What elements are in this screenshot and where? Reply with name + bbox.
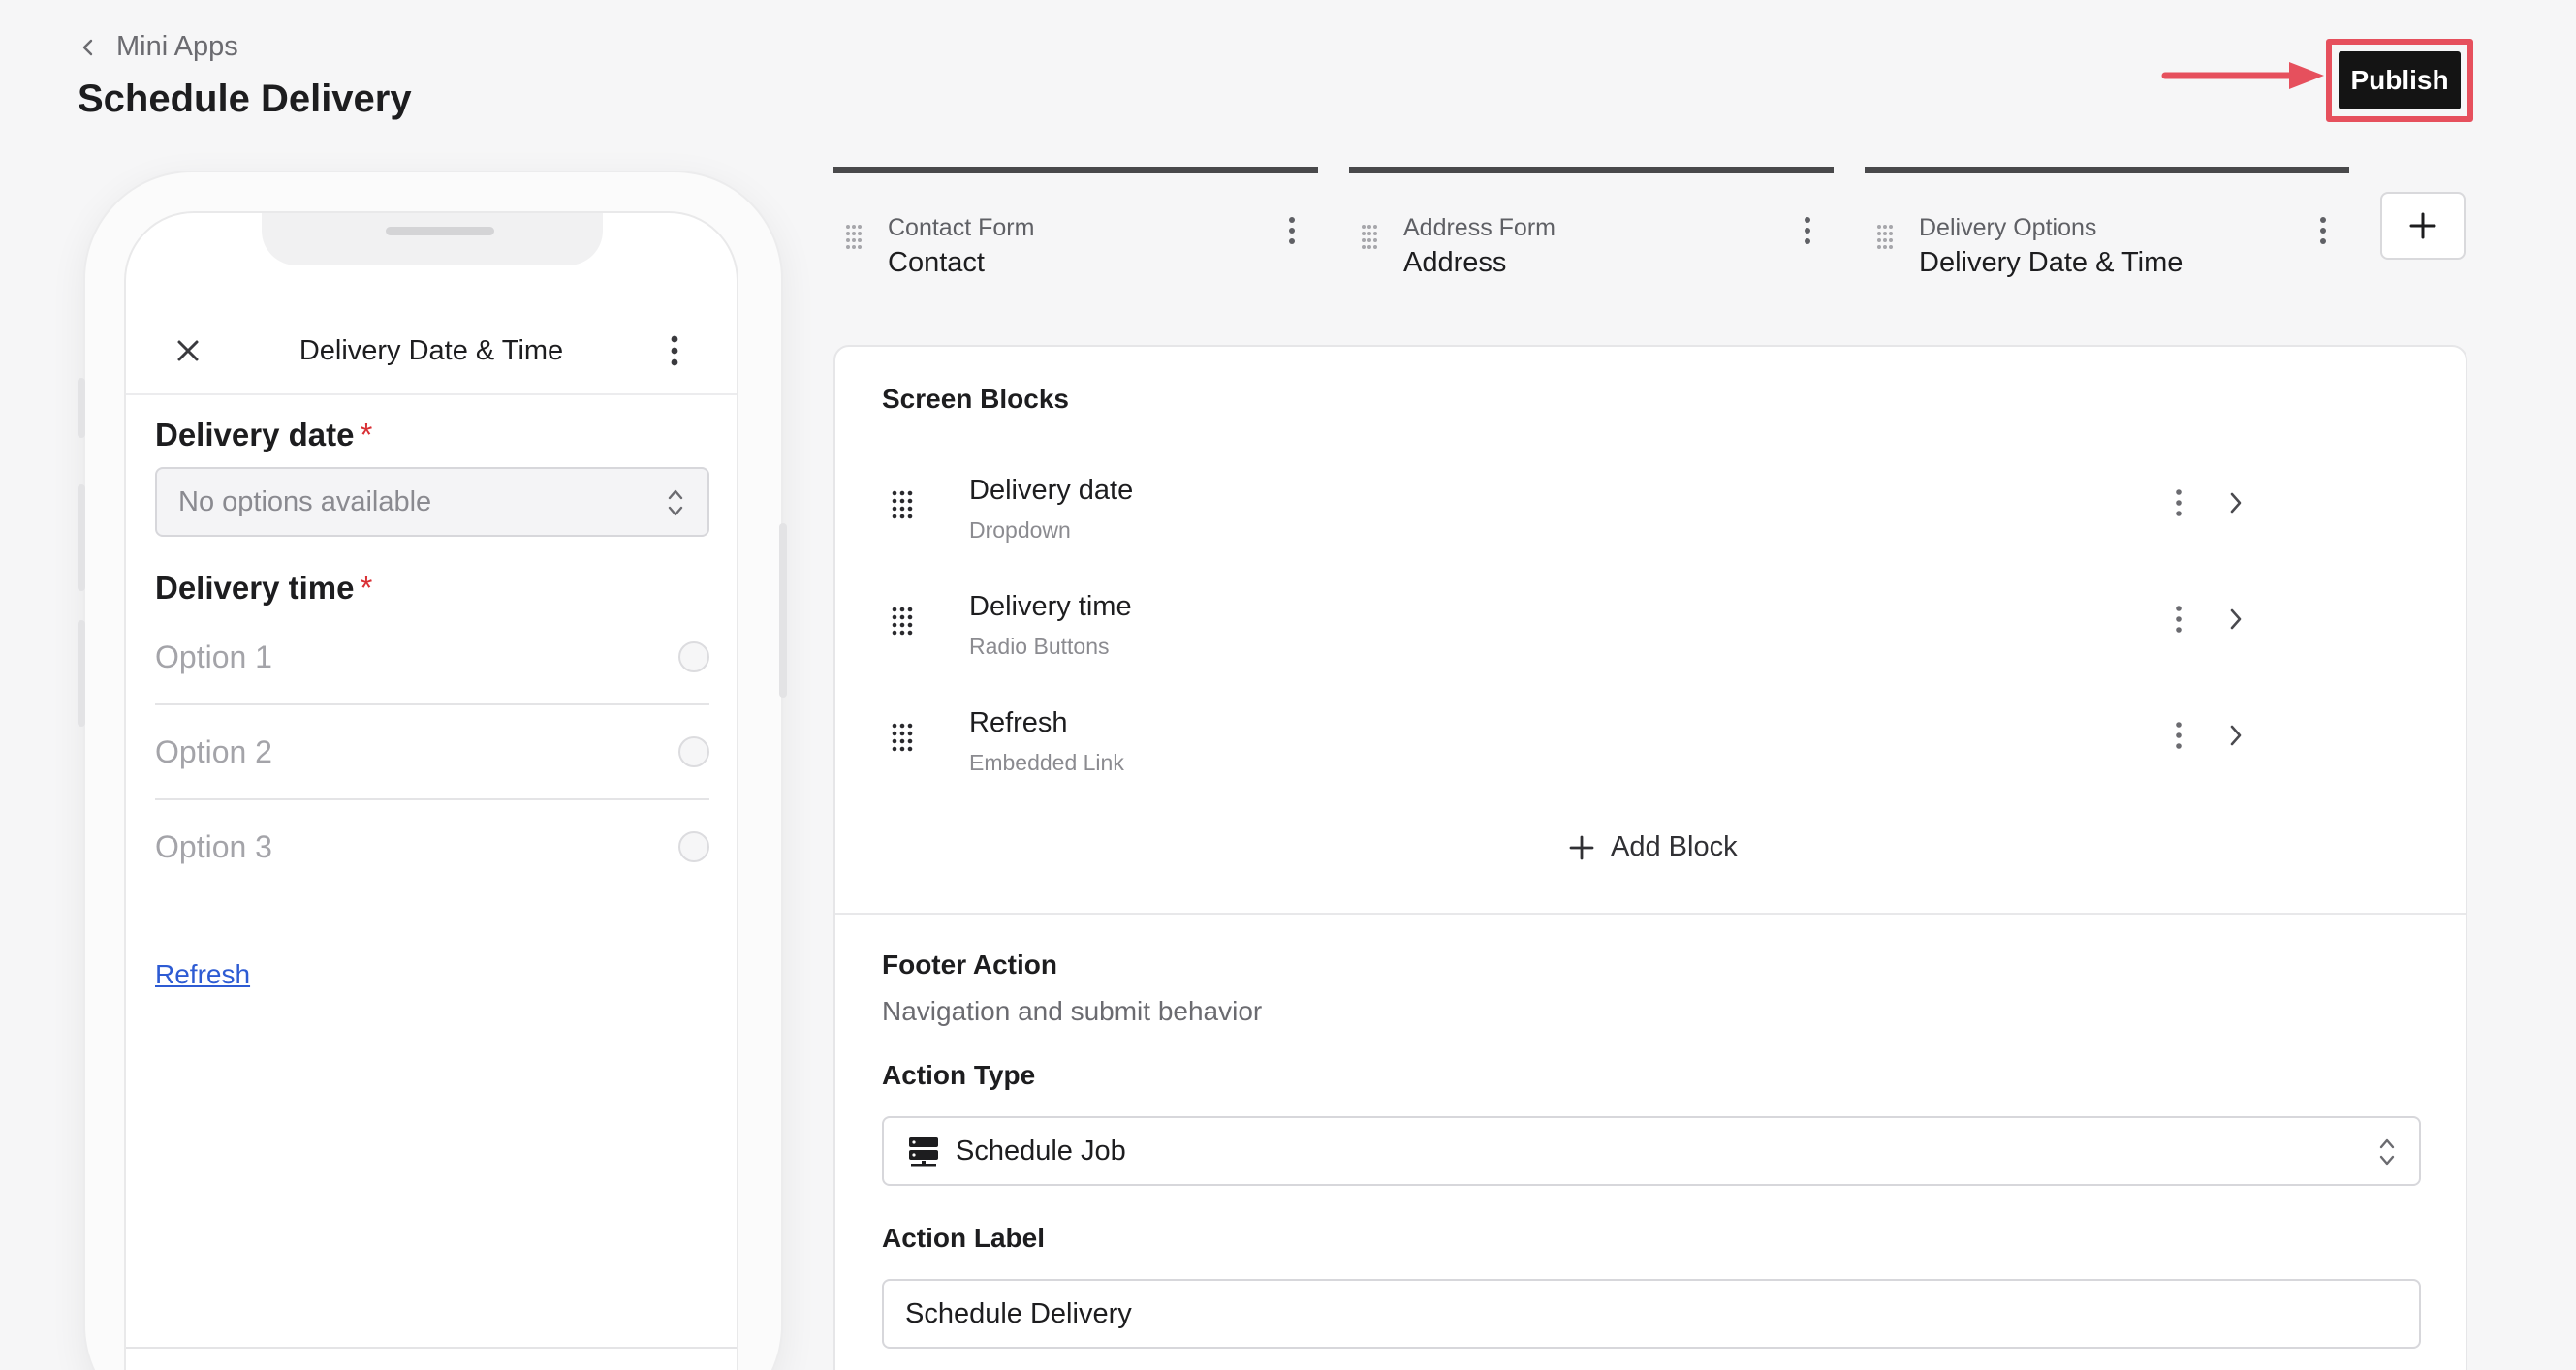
- server-icon: [909, 1137, 938, 1167]
- more-vertical-icon[interactable]: [2175, 488, 2183, 517]
- divider: [835, 913, 2466, 915]
- drag-handle-icon[interactable]: [845, 224, 863, 249]
- tab-title: Delivery Date & Time: [1919, 247, 2183, 278]
- delivery-date-label: Delivery date *: [155, 417, 372, 453]
- drag-handle-icon[interactable]: [892, 607, 913, 636]
- phone-side-button: [779, 523, 787, 698]
- radio-option[interactable]: Option 2: [155, 705, 709, 800]
- radio-button[interactable]: [678, 831, 709, 862]
- block-type: Dropdown: [969, 517, 1071, 543]
- phone-screen: Delivery Date & Time Delivery date * No o…: [124, 211, 738, 1370]
- radio-option-label: Option 2: [155, 734, 272, 769]
- tab-title: Address: [1403, 247, 1507, 278]
- block-title: Delivery date: [969, 475, 1134, 506]
- screen-editor-panel: Screen Blocks Delivery date Dropdown Del…: [833, 345, 2467, 1370]
- drag-handle-icon[interactable]: [1876, 224, 1894, 249]
- phone-notch: [262, 213, 603, 265]
- phone-side-button: [78, 378, 85, 438]
- tab-subtitle: Contact Form: [888, 214, 1035, 241]
- plus-icon: [1569, 835, 1594, 859]
- add-block-label: Add Block: [1611, 831, 1738, 862]
- more-vertical-icon[interactable]: [2175, 721, 2183, 750]
- delivery-date-placeholder: No options available: [178, 485, 432, 517]
- breadcrumb[interactable]: Mini Apps: [78, 31, 238, 63]
- delivery-time-label: Delivery time *: [155, 570, 372, 607]
- drag-handle-icon[interactable]: [892, 490, 913, 519]
- tab-subtitle: Delivery Options: [1919, 214, 2097, 241]
- block-row[interactable]: Delivery time Radio Buttons: [882, 581, 2423, 678]
- radio-option-label: Option 1: [155, 639, 272, 674]
- add-block-button[interactable]: Add Block: [1568, 831, 1738, 863]
- phone-screen-title: Delivery Date & Time: [298, 335, 564, 366]
- chevron-right-icon[interactable]: [2227, 723, 2245, 748]
- block-row[interactable]: Delivery date Dropdown: [882, 465, 2423, 562]
- phone-speaker: [386, 227, 494, 235]
- delivery-date-select[interactable]: No options available: [155, 467, 709, 537]
- breadcrumb-label: Mini Apps: [116, 31, 238, 62]
- block-title: Refresh: [969, 707, 1068, 738]
- phone-header: Delivery Date & Time: [126, 306, 737, 395]
- radio-option-label: Option 3: [155, 829, 272, 864]
- chevron-up-down-icon: [668, 489, 683, 516]
- required-mark: *: [360, 570, 373, 606]
- action-type-value: Schedule Job: [956, 1135, 1126, 1167]
- footer-action-description: Navigation and submit behavior: [882, 996, 1263, 1026]
- radio-button[interactable]: [678, 736, 709, 767]
- add-screen-button[interactable]: [2380, 192, 2466, 260]
- block-title: Delivery time: [969, 591, 1132, 622]
- refresh-link[interactable]: Refresh: [155, 959, 250, 990]
- publish-button[interactable]: Publish: [2339, 51, 2461, 109]
- required-mark: *: [360, 417, 373, 452]
- tab-subtitle: Address Form: [1403, 214, 1555, 241]
- drag-handle-icon[interactable]: [1361, 224, 1378, 249]
- block-type: Radio Buttons: [969, 634, 1110, 659]
- phone-side-button: [78, 620, 85, 727]
- more-vertical-icon[interactable]: [669, 333, 680, 368]
- radio-option[interactable]: Option 1: [155, 610, 709, 705]
- block-row[interactable]: Refresh Embedded Link: [882, 698, 2423, 794]
- radio-option[interactable]: Option 3: [155, 800, 709, 895]
- action-label-input[interactable]: Schedule Delivery: [882, 1279, 2421, 1349]
- page: Mini Apps Schedule Delivery Publish Deli…: [0, 0, 2576, 1370]
- action-label-value: Schedule Delivery: [905, 1297, 1132, 1329]
- delivery-date-label-text: Delivery date: [155, 417, 355, 452]
- divider: [126, 1347, 737, 1349]
- action-type-label: Action Type: [882, 1060, 1036, 1090]
- footer-action-title: Footer Action: [882, 950, 1057, 980]
- phone-side-button: [78, 484, 85, 591]
- screen-blocks-title: Screen Blocks: [882, 384, 1069, 414]
- block-type: Embedded Link: [969, 750, 1124, 775]
- tab-contact[interactable]: Contact Form Contact: [833, 167, 1318, 283]
- more-vertical-icon[interactable]: [1803, 216, 1812, 245]
- tab-address[interactable]: Address Form Address: [1349, 167, 1834, 283]
- more-vertical-icon[interactable]: [1287, 216, 1297, 245]
- action-type-select[interactable]: Schedule Job: [882, 1116, 2421, 1186]
- tab-title: Contact: [888, 247, 985, 278]
- plus-icon: [2409, 212, 2436, 239]
- arrow-right-icon: [2161, 62, 2324, 89]
- page-title: Schedule Delivery: [78, 78, 412, 120]
- chevron-left-icon: [82, 39, 93, 55]
- chevron-up-down-icon: [2379, 1138, 2395, 1166]
- delivery-time-label-text: Delivery time: [155, 570, 355, 606]
- chevron-right-icon[interactable]: [2227, 490, 2245, 515]
- radio-button[interactable]: [678, 641, 709, 672]
- chevron-right-icon[interactable]: [2227, 607, 2245, 632]
- more-vertical-icon[interactable]: [2318, 216, 2328, 245]
- drag-handle-icon[interactable]: [892, 723, 913, 752]
- more-vertical-icon[interactable]: [2175, 605, 2183, 634]
- tab-delivery-options[interactable]: Delivery Options Delivery Date & Time: [1865, 167, 2349, 283]
- action-label-label: Action Label: [882, 1223, 1046, 1253]
